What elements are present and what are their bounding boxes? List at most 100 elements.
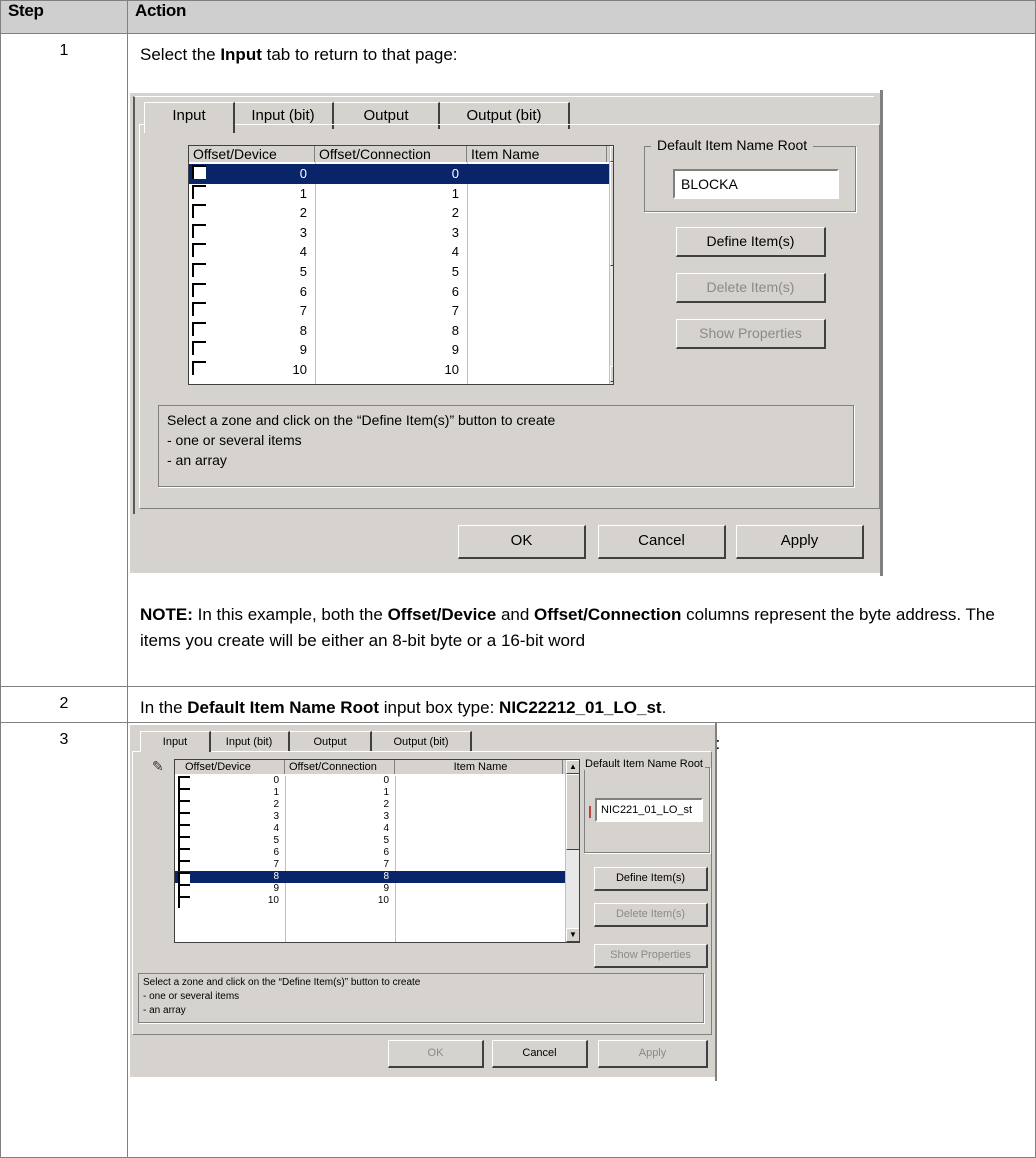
offset-device-cell: 0 xyxy=(273,775,279,786)
offset-device-cell: 7 xyxy=(299,303,307,319)
table-row[interactable]: 33 xyxy=(189,223,609,243)
note-paragraph: NOTE: In this example, both the Offset/D… xyxy=(140,605,995,650)
table-row[interactable]: 11 xyxy=(175,787,565,800)
offset-device-cell: 5 xyxy=(273,835,279,846)
cancel-button[interactable]: Cancel xyxy=(492,1040,588,1068)
table-row[interactable]: 44 xyxy=(189,242,609,262)
table-row[interactable]: 77 xyxy=(175,859,565,872)
offset-connection-cell: 5 xyxy=(451,264,459,279)
tab-input[interactable]: Input xyxy=(140,731,211,752)
tab-input[interactable]: Input xyxy=(144,102,235,133)
offset-connection-cell: 6 xyxy=(451,283,459,299)
scroll-down-icon[interactable]: ▼ xyxy=(610,366,613,382)
tab-input-bit[interactable]: Input (bit) xyxy=(210,731,290,752)
offset-device-cell: 1 xyxy=(299,185,307,201)
column-header-offset-connection[interactable]: Offset/Connection xyxy=(285,760,395,774)
offset-connection-cell: 4 xyxy=(383,823,389,834)
offset-connection-cell: 2 xyxy=(451,205,459,221)
column-header-offset-device[interactable]: Offset/Device xyxy=(175,760,285,774)
scroll-up-icon[interactable]: ▲ xyxy=(566,760,579,774)
offset-device-cell: 5 xyxy=(299,264,307,279)
table-row[interactable]: 88 xyxy=(175,871,565,884)
name-root-input[interactable]: NIC221_01_LO_st xyxy=(595,798,703,822)
show-properties-button[interactable]: Show Properties xyxy=(594,944,708,968)
scroll-up-icon[interactable]: ▲ xyxy=(610,146,613,162)
offset-connection-cell: 2 xyxy=(383,799,389,810)
table-row[interactable]: 33 xyxy=(175,811,565,824)
table-row[interactable]: 10 10 xyxy=(189,360,609,380)
offset-connection-cell: 7 xyxy=(451,303,459,319)
step-number: 1 xyxy=(0,33,128,687)
scroll-down-icon[interactable]: ▼ xyxy=(566,928,579,942)
item-grid[interactable]: Offset/Device Offset/Connection Item Nam… xyxy=(174,759,580,943)
apply-button[interactable]: Apply xyxy=(736,525,864,559)
define-items-button[interactable]: Define Item(s) xyxy=(676,227,826,257)
offset-device-cell: 8 xyxy=(299,322,307,338)
column-header-offset-connection[interactable]: Offset/Connection xyxy=(315,146,467,162)
vertical-scrollbar[interactable]: ▲ ▼ xyxy=(565,760,579,942)
hint-box: Select a zone and click on the “Define I… xyxy=(138,973,704,1023)
column-header-item-name[interactable]: Item Name xyxy=(395,760,563,774)
item-definition-dialog-small: Input Input (bit) Output Output (bit) ✎ … xyxy=(130,722,717,1081)
offset-connection-cell: 0 xyxy=(383,775,389,786)
table-row[interactable]: 00 xyxy=(175,775,565,788)
column-header-offset-device[interactable]: Offset/Device xyxy=(189,146,315,162)
column-header-item-name[interactable]: Item Name xyxy=(467,146,607,162)
delete-items-button[interactable]: Delete Item(s) xyxy=(676,273,826,303)
default-name-root-group: Default Item Name Root BLOCKA xyxy=(644,137,856,212)
ok-button[interactable]: OK xyxy=(458,525,586,559)
table-row[interactable]: 66 xyxy=(189,282,609,302)
text-cursor-icon xyxy=(589,806,591,818)
offset-connection-cell: 3 xyxy=(383,811,389,822)
offset-connection-cell: 6 xyxy=(383,847,389,858)
offset-device-cell: 6 xyxy=(299,283,307,299)
table-row[interactable]: 99 xyxy=(189,340,609,360)
group-label: Default Item Name Root xyxy=(651,137,814,153)
table-row[interactable]: 55 xyxy=(175,835,565,848)
action-column-header: Action xyxy=(127,0,1036,34)
table-row[interactable]: 22 xyxy=(189,203,609,223)
offset-device-cell: 0 xyxy=(299,166,307,181)
offset-connection-cell: 0 xyxy=(451,166,459,181)
offset-connection-cell: 10 xyxy=(444,362,459,377)
table-row[interactable]: 77 xyxy=(189,301,609,321)
offset-connection-cell: 4 xyxy=(451,244,459,260)
cancel-button[interactable]: Cancel xyxy=(598,525,726,559)
instruction-text: Select the Input tab to return to that p… xyxy=(140,45,458,64)
scroll-thumb[interactable] xyxy=(610,162,613,266)
table-row[interactable]: 44 xyxy=(175,823,565,836)
show-properties-button[interactable]: Show Properties xyxy=(676,319,826,349)
define-items-button[interactable]: Define Item(s) xyxy=(594,867,708,891)
apply-button[interactable]: Apply xyxy=(598,1040,708,1068)
table-row[interactable]: 00 xyxy=(189,164,609,184)
offset-connection-cell: 8 xyxy=(451,322,459,338)
ok-button[interactable]: OK xyxy=(388,1040,484,1068)
offset-device-cell: 6 xyxy=(273,847,279,858)
vertical-scrollbar[interactable]: ▲ ▼ xyxy=(609,146,613,384)
offset-connection-cell: 1 xyxy=(451,185,459,201)
table-row[interactable]: 55 xyxy=(189,262,609,282)
offset-device-cell: 8 xyxy=(273,871,279,882)
table-row[interactable]: 88 xyxy=(189,321,609,341)
table-row[interactable]: 10 10 xyxy=(175,895,565,908)
table-row[interactable]: 66 xyxy=(175,847,565,860)
offset-device-cell: 4 xyxy=(273,823,279,834)
offset-device-cell: 3 xyxy=(299,224,307,240)
group-label: Default Item Name Root xyxy=(583,758,705,770)
tab-output[interactable]: Output xyxy=(290,731,372,752)
item-grid[interactable]: Offset/Device Offset/Connection Item Nam… xyxy=(188,145,614,385)
offset-connection-cell: 9 xyxy=(383,883,389,894)
table-row[interactable]: 99 xyxy=(175,883,565,896)
hint-box: Select a zone and click on the “Define I… xyxy=(158,405,854,487)
table-row[interactable]: 22 xyxy=(175,799,565,812)
delete-items-button[interactable]: Delete Item(s) xyxy=(594,903,708,927)
offset-device-cell: 9 xyxy=(299,342,307,358)
scroll-thumb[interactable] xyxy=(566,774,579,850)
offset-device-cell: 4 xyxy=(299,244,307,260)
offset-connection-cell: 1 xyxy=(383,787,389,798)
name-root-input[interactable]: BLOCKA xyxy=(673,169,839,199)
table-row[interactable]: 11 xyxy=(189,184,609,204)
offset-device-cell: 9 xyxy=(273,883,279,894)
offset-device-cell: 1 xyxy=(273,787,279,798)
tab-output-bit[interactable]: Output (bit) xyxy=(372,731,472,752)
